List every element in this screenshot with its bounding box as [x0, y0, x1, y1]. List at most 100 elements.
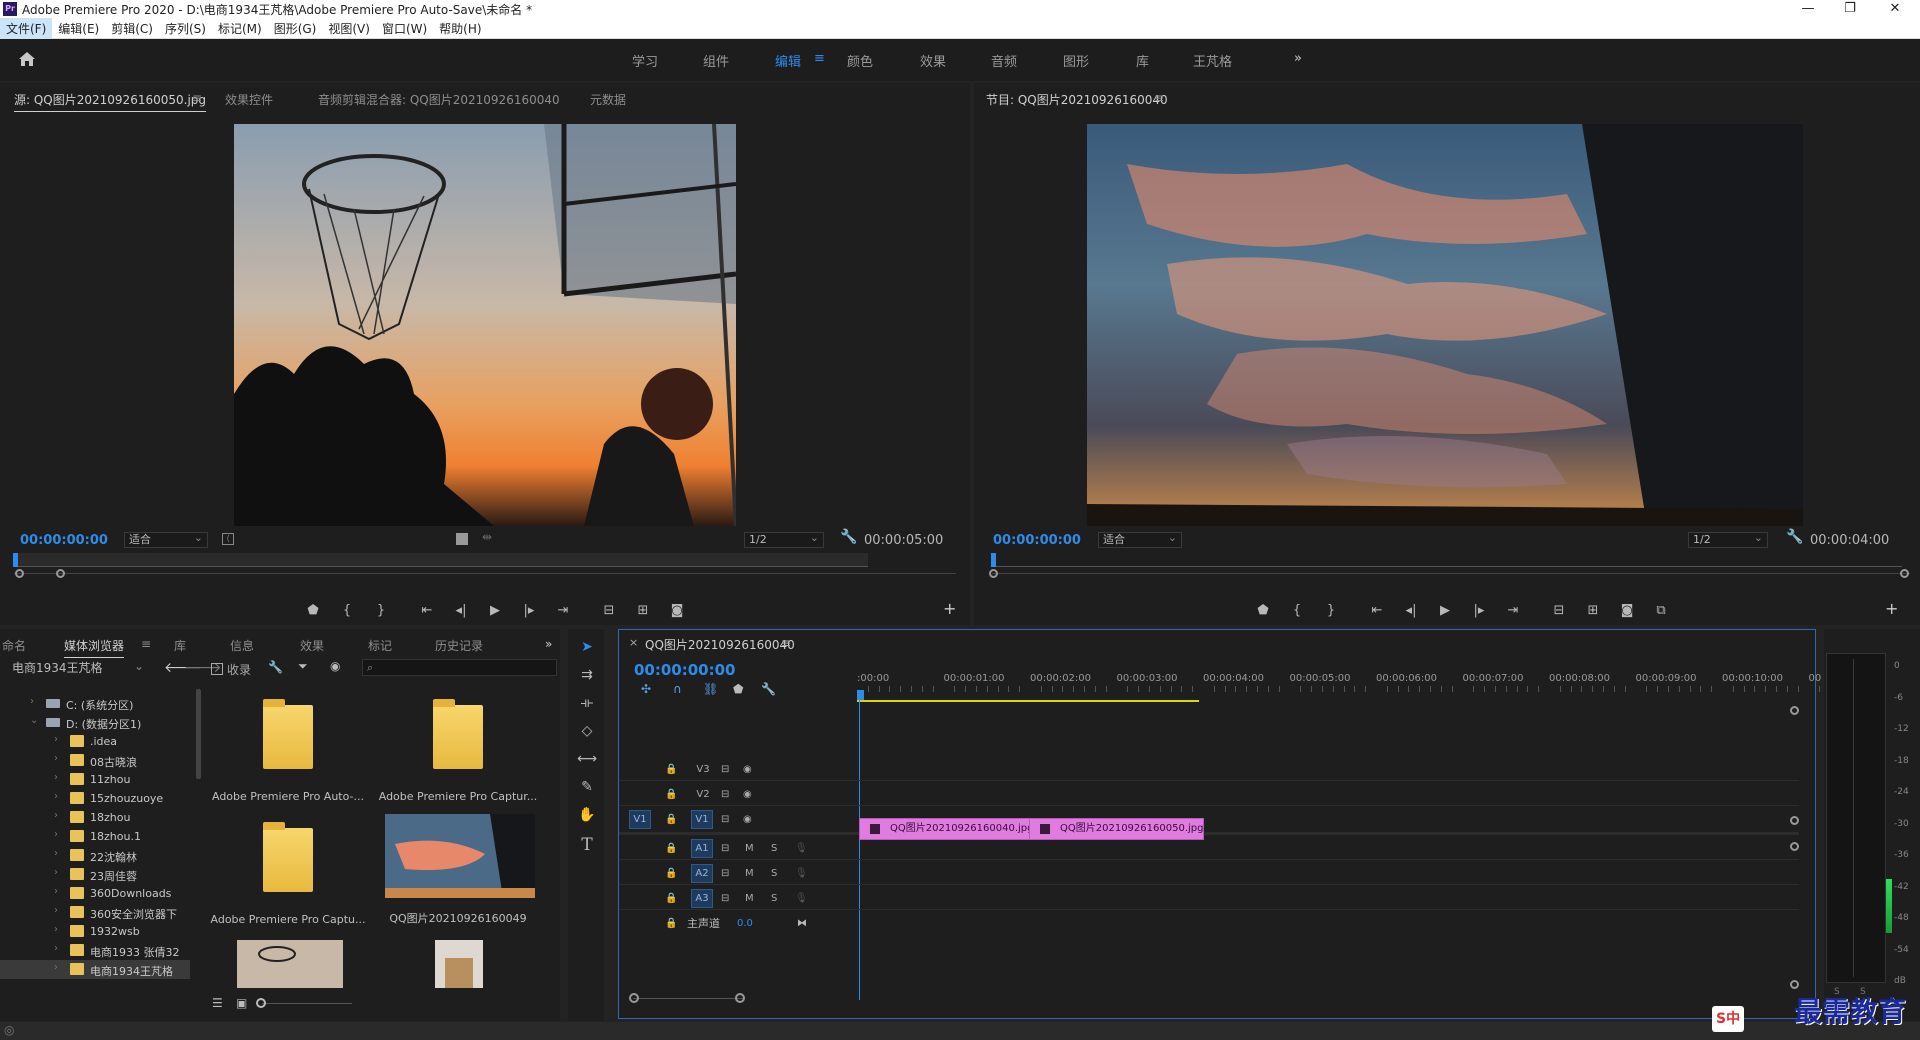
source-playhead-timecode[interactable]: 00:00:00:00	[20, 533, 108, 548]
restore-button[interactable]: ❐	[1830, 0, 1870, 18]
vscroll-video-top[interactable]	[1790, 706, 1799, 715]
menu-sequence[interactable]: 序列(S)	[159, 18, 212, 39]
chevron-icon[interactable]: ⌄	[30, 715, 38, 726]
media-search-input[interactable]: ⌕	[362, 659, 557, 676]
sync-lock-icon[interactable]: ⊟	[721, 761, 729, 778]
eye-icon[interactable]: ◉	[743, 786, 752, 803]
thumb-qq-image[interactable]: QQ图片20210926160049	[374, 812, 542, 930]
tree-item[interactable]: › C: (系统分区)	[0, 694, 190, 713]
slip-tool-icon[interactable]: ⟷	[577, 751, 597, 767]
icon-view-icon[interactable]: ▣	[236, 996, 247, 1010]
workspace-color[interactable]: 颜色	[847, 51, 873, 70]
nest-icon[interactable]: ✣	[641, 682, 651, 696]
chevron-icon[interactable]: ›	[54, 943, 58, 954]
work-area-bar[interactable]	[857, 700, 1199, 702]
program-tab-menu-icon[interactable]: ≡	[1154, 91, 1164, 105]
workspace-effects[interactable]: 效果	[920, 51, 946, 70]
master-volume-value[interactable]: 0.0	[737, 915, 753, 932]
go-to-out-icon[interactable]: ⇥	[554, 603, 572, 618]
thumb-captured-2[interactable]: Adobe Premiere Pro Captu...	[204, 812, 372, 930]
hand-tool-icon[interactable]: ✋	[577, 807, 597, 823]
lift-icon[interactable]: ⊟	[1550, 603, 1568, 618]
chevron-icon[interactable]: ›	[54, 829, 58, 840]
step-forward-icon[interactable]: |▸	[520, 603, 538, 618]
sync-lock-icon[interactable]: ⊟	[721, 890, 729, 907]
go-to-out-icon[interactable]: ⇥	[1504, 603, 1522, 618]
list-view-icon[interactable]: ☰	[212, 996, 223, 1010]
selection-tool-icon[interactable]: ➤	[577, 639, 597, 655]
mark-out-icon[interactable]: }	[372, 603, 390, 618]
mark-out-icon[interactable]: }	[1322, 603, 1340, 618]
insert-icon[interactable]: ⊟	[600, 603, 618, 618]
tree-item[interactable]: › 23周佳蓉	[0, 865, 190, 884]
program-resolution-dropdown[interactable]: 1/2	[1688, 531, 1768, 548]
thumb-captured-1[interactable]: Adobe Premiere Pro Captur...	[374, 689, 542, 807]
tree-item[interactable]: › 22沈翰林	[0, 846, 190, 865]
workspace-overflow-button[interactable]: »	[1294, 51, 1302, 66]
source-drag-icon[interactable]: ⇹	[482, 530, 492, 544]
add-marker-icon[interactable]: ⬟	[304, 603, 322, 618]
source-zoom-dropdown[interactable]: 适合	[124, 531, 208, 548]
track-select-tool-icon[interactable]: ⇉	[577, 667, 597, 683]
timeline-ruler[interactable]: :00:00 00:00:01:00 00:00:02:00 00:00:03:00 0…	[857, 670, 1886, 692]
step-forward-icon[interactable]: |▸	[1470, 603, 1488, 618]
export-frame-icon[interactable]: ◙	[668, 603, 686, 618]
eye-icon[interactable]: ◉	[743, 761, 752, 778]
media-browser-menu-icon[interactable]: ≡	[141, 637, 151, 651]
program-scroll-handle-left[interactable]	[989, 569, 998, 578]
thumb-person-partial[interactable]	[435, 940, 483, 988]
play-icon[interactable]: ▶	[486, 603, 504, 618]
tab-audio-clip-mixer[interactable]: 音频剪辑混合器: QQ图片20210926160040	[318, 91, 560, 108]
program-scrollbar[interactable]	[992, 573, 1910, 574]
track-label-v2[interactable]: V2	[691, 786, 715, 803]
tree-item[interactable]: › 18zhou.1	[0, 827, 190, 846]
home-icon[interactable]	[18, 51, 36, 67]
program-scroll-handle-right[interactable]	[1900, 569, 1909, 578]
menu-edit[interactable]: 编辑(E)	[52, 18, 105, 39]
program-playhead[interactable]	[991, 553, 996, 567]
tab-history[interactable]: 历史记录	[435, 637, 483, 654]
program-add-button[interactable]: +	[1885, 599, 1898, 618]
filter-icon[interactable]: ⏷	[298, 659, 308, 674]
source-insert-icon[interactable]: ⟨	[222, 533, 234, 545]
mark-in-icon[interactable]: {	[338, 603, 356, 618]
sync-lock-icon[interactable]: ⊟	[721, 865, 729, 882]
tab-project[interactable]: 命名	[2, 637, 26, 654]
timeline-timecode[interactable]: 00:00:00:00	[634, 661, 736, 679]
clip-qq-160040[interactable]: QQ图片20210926160040.jpg	[859, 818, 1035, 840]
go-to-end-icon[interactable]: ⧓	[797, 915, 807, 932]
vscroll-video-bottom[interactable]	[1790, 816, 1799, 825]
tab-info[interactable]: 信息	[230, 637, 254, 654]
extract-icon[interactable]: ⊞	[1584, 603, 1602, 618]
menu-help[interactable]: 帮助(H)	[433, 18, 487, 39]
zoom-slider-handle[interactable]	[256, 998, 266, 1008]
vscroll-audio-bottom[interactable]	[1790, 980, 1799, 989]
mute-button[interactable]: M	[745, 865, 754, 882]
eye-icon[interactable]: ◉	[743, 811, 752, 828]
add-marker-icon[interactable]: ⬟	[1254, 603, 1272, 618]
go-to-in-icon[interactable]: ⇤	[1368, 603, 1386, 618]
workspace-editing[interactable]: 编辑	[775, 51, 801, 70]
tree-item[interactable]: › 18zhou	[0, 808, 190, 827]
timeline-playhead-handle[interactable]	[857, 690, 864, 700]
pen-tool-icon[interactable]: ✎	[577, 779, 597, 795]
location-dropdown[interactable]: 电商1934王芃格	[8, 659, 148, 677]
program-zoom-dropdown[interactable]: 适合	[1098, 531, 1182, 548]
timeline-menu-icon[interactable]: ≡	[781, 636, 791, 650]
source-scroll-handle-right[interactable]	[56, 569, 65, 578]
menu-clip[interactable]: 剪辑(C)	[105, 18, 159, 39]
menu-marker[interactable]: 标记(M)	[212, 18, 268, 39]
chevron-icon[interactable]: ›	[54, 734, 58, 745]
tab-metadata[interactable]: 元数据	[590, 91, 626, 108]
lock-icon[interactable]: 🔒	[665, 865, 677, 882]
voice-over-icon[interactable]: 🎙	[795, 865, 808, 882]
chevron-icon[interactable]: ›	[54, 772, 58, 783]
chevron-icon[interactable]: ›	[54, 905, 58, 916]
source-scroll-handle-left[interactable]	[15, 569, 24, 578]
program-playhead-timecode[interactable]: 00:00:00:00	[993, 533, 1081, 548]
workspace-libraries[interactable]: 库	[1136, 51, 1149, 70]
timeline-hscroll-right[interactable]	[735, 993, 745, 1003]
program-time-ruler[interactable]	[992, 553, 1902, 567]
lock-icon[interactable]: 🔒	[665, 890, 677, 907]
close-window-button[interactable]: ✕	[1875, 0, 1915, 18]
